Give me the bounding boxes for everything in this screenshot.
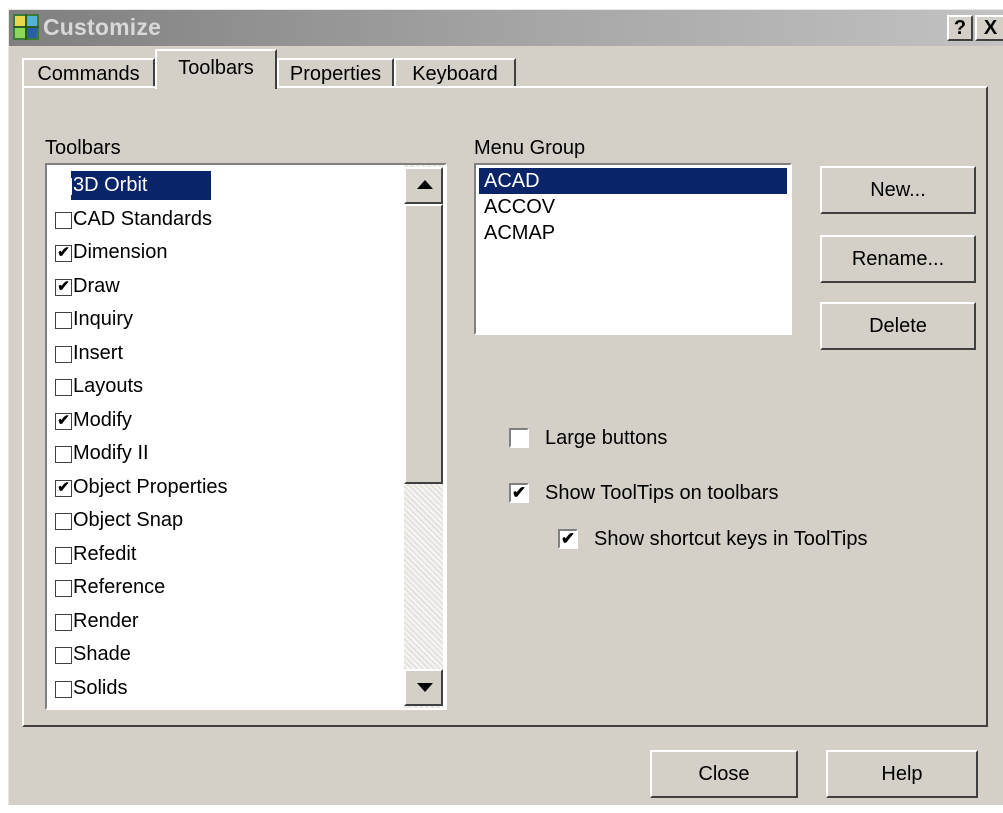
help-caption-button[interactable]: ? [947,15,973,41]
tab-properties[interactable]: Properties [277,58,394,87]
tab-commands[interactable]: Commands [22,58,155,87]
app-icon [13,14,39,40]
tab-keyboard[interactable]: Keyboard [394,58,516,87]
title-bar[interactable]: Customize ? X [9,10,1003,46]
question-mark-icon: ? [953,17,967,39]
close-button[interactable]: Close [650,750,798,798]
close-icon: X [983,17,998,39]
toolbars-tab-panel [22,86,988,727]
help-button[interactable]: Help [826,750,978,798]
tab-toolbars[interactable]: Toolbars [155,49,277,89]
close-caption-button[interactable]: X [975,15,1003,41]
window-title: Customize [43,14,162,40]
